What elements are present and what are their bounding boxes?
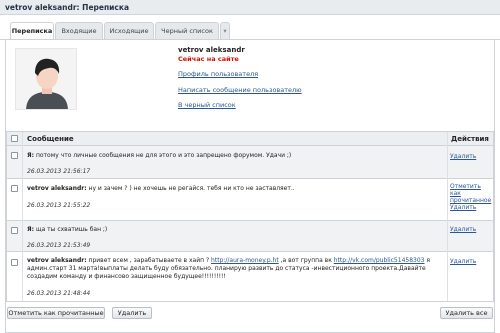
column-divider bbox=[22, 132, 23, 301]
message-date: 26.03.2013 21:48:44 bbox=[27, 290, 91, 297]
message-text: vetrov aleksandr: привет всем , зарабаты… bbox=[27, 257, 443, 281]
message-date: 26.03.2013 21:53:49 bbox=[27, 242, 91, 249]
message-body: потому что личные сообщения не для этого… bbox=[34, 152, 292, 159]
message-body: ну и зачем ? ) не хочешь не регайся. теб… bbox=[86, 185, 295, 192]
row-checkbox[interactable] bbox=[11, 259, 18, 266]
table-row: vetrov aleksandr: ну и зачем ? ) не хоче… bbox=[7, 179, 493, 221]
table-header: Сообщение Действия bbox=[7, 132, 493, 146]
external-link[interactable]: http://vk.com/public51458303 bbox=[334, 257, 425, 264]
messages-table: Сообщение Действия Я: потому что личные … bbox=[6, 131, 494, 302]
select-all-checkbox[interactable] bbox=[11, 135, 18, 142]
table-row: Я: ща ты схватишь бан ;) 26.03.2013 21:5… bbox=[7, 221, 493, 252]
write-message-link[interactable]: Написать сообщение пользователю bbox=[178, 86, 302, 94]
column-message: Сообщение bbox=[27, 135, 74, 143]
delete-link[interactable]: Удалить bbox=[450, 204, 492, 211]
tab-conversation[interactable]: Переписка bbox=[10, 22, 54, 40]
row-checkbox[interactable] bbox=[11, 152, 18, 159]
online-status: Сейчас на сайте bbox=[178, 55, 239, 63]
message-date: 26.03.2013 21:56:17 bbox=[27, 168, 91, 175]
user-silhouette-icon bbox=[16, 49, 76, 109]
table-row: Я: потому что личные сообщения не для эт… bbox=[7, 146, 493, 179]
mark-read-button[interactable]: Отметить как прочитанные bbox=[7, 307, 105, 319]
delete-link[interactable]: Удалить bbox=[450, 258, 492, 265]
column-actions: Действия bbox=[451, 135, 489, 143]
message-author: vetrov aleksandr: bbox=[27, 185, 87, 192]
message-author: vetrov aleksandr: bbox=[27, 257, 87, 264]
tab-more-chevron-icon[interactable]: ▾ bbox=[220, 22, 230, 39]
title-bar: vetrov aleksandr: Переписка bbox=[0, 0, 500, 15]
profile-link[interactable]: Профиль пользователя bbox=[178, 70, 258, 78]
blacklist-link[interactable]: В черный список bbox=[178, 101, 236, 109]
page-title: vetrov aleksandr: Переписка bbox=[5, 3, 130, 12]
external-link[interactable]: http://aura-money.p.ht bbox=[211, 257, 279, 264]
delete-link[interactable]: Удалить bbox=[450, 153, 492, 160]
tab-outbox[interactable]: Исходящие bbox=[104, 22, 154, 39]
message-text: vetrov aleksandr: ну и зачем ? ) не хоче… bbox=[27, 185, 443, 193]
message-body-part: ,а вот группа вк bbox=[278, 257, 334, 264]
message-author: Я: bbox=[27, 152, 35, 159]
delete-all-button[interactable]: Удалить все bbox=[440, 307, 493, 319]
avatar bbox=[15, 48, 77, 110]
tab-inbox[interactable]: Входящие bbox=[55, 22, 103, 39]
message-text: Я: ща ты схватишь бан ;) bbox=[27, 226, 443, 234]
message-text: Я: потому что личные сообщения не для эт… bbox=[27, 152, 443, 160]
message-body: ща ты схватишь бан ;) bbox=[34, 226, 108, 233]
message-date: 26.03.2013 21:55:22 bbox=[27, 202, 91, 209]
profile-name: vetrov aleksandr bbox=[178, 46, 245, 54]
row-checkbox[interactable] bbox=[11, 185, 18, 192]
mark-read-link[interactable]: Отметить как прочитанное bbox=[450, 183, 492, 204]
row-checkbox[interactable] bbox=[11, 227, 18, 234]
table-row: vetrov aleksandr: привет всем , зарабаты… bbox=[7, 252, 493, 301]
delete-button[interactable]: Удалить bbox=[112, 307, 152, 319]
message-body-part: привет всем , зарабатываете в хайп ? bbox=[86, 257, 212, 264]
delete-link[interactable]: Удалить bbox=[450, 226, 492, 233]
tab-blacklist[interactable]: Черный список bbox=[155, 22, 219, 39]
message-author: Я: bbox=[27, 226, 35, 233]
column-divider bbox=[447, 132, 448, 301]
